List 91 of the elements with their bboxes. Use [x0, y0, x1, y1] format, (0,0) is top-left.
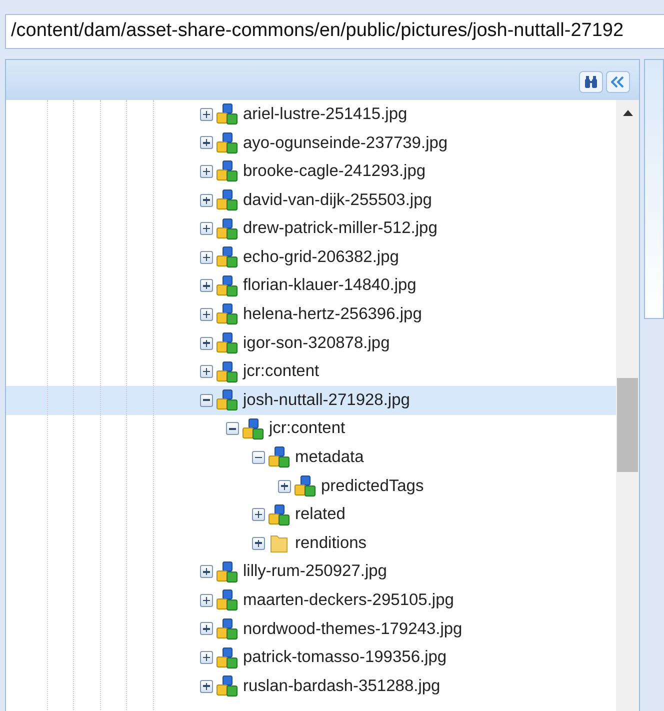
- path-field[interactable]: /content/dam/asset-share-commons/en/public/pictures/josh-nuttall-27192: [5, 14, 664, 49]
- tree-row[interactable]: metadata: [6, 443, 616, 472]
- tree-row[interactable]: echo-grid-206382.jpg: [6, 242, 616, 272]
- expand-toggle[interactable]: [200, 222, 213, 236]
- node-label: echo-grid-206382.jpg: [243, 246, 399, 268]
- node-label: drew-patrick-miller-512.jpg: [243, 218, 438, 240]
- node-label: maarten-deckers-295105.jpg: [243, 590, 454, 612]
- tree-row[interactable]: lilly-rum-250927.jpg: [6, 558, 616, 586]
- expand-toggle[interactable]: [252, 508, 265, 522]
- double-chevron-left-icon: [611, 76, 626, 88]
- tree-row[interactable]: brooke-cagle-241293.jpg: [6, 157, 616, 186]
- collapse-toggle[interactable]: [252, 450, 265, 464]
- tree-row[interactable]: related: [6, 500, 616, 529]
- tree-row[interactable]: nordwood-themes-179243.jpg: [6, 614, 616, 644]
- node-label: lilly-rum-250927.jpg: [243, 561, 387, 582]
- tree-row[interactable]: jcr:content: [6, 357, 616, 386]
- node-cubes-icon: [216, 360, 238, 383]
- node-label: related: [295, 504, 346, 526]
- node-label: helena-hertz-256396.jpg: [243, 304, 422, 326]
- tree-row[interactable]: david-van-dijk-255503.jpg: [6, 186, 616, 214]
- expand-toggle[interactable]: [200, 680, 213, 693]
- expand-toggle[interactable]: [200, 365, 213, 378]
- binoculars-button[interactable]: [579, 71, 604, 93]
- tree-row[interactable]: renditions: [6, 528, 616, 558]
- node-label: ayo-ogunseinde-237739.jpg: [243, 132, 448, 154]
- node-label: florian-klauer-14840.jpg: [243, 275, 416, 296]
- tree-row[interactable]: maarten-deckers-295105.jpg: [6, 586, 616, 615]
- tree-row[interactable]: ayo-ogunseinde-237739.jpg: [6, 128, 616, 158]
- expand-toggle[interactable]: [200, 336, 213, 350]
- node-cubes-icon: [216, 589, 238, 612]
- binoculars-icon: [584, 75, 598, 89]
- node-label: jcr:content: [243, 361, 320, 382]
- node-cubes-icon: [216, 389, 238, 412]
- tree-row[interactable]: predictedTags: [6, 472, 616, 500]
- expand-toggle[interactable]: [200, 308, 213, 321]
- node-label: renditions: [295, 532, 367, 554]
- node-cubes-icon: [216, 103, 238, 126]
- node-cubes-icon: [216, 218, 238, 240]
- node-label: metadata: [295, 447, 364, 468]
- node-cubes-icon: [216, 160, 238, 182]
- tree-row[interactable]: josh-nuttall-271928.jpg: [6, 386, 616, 415]
- scroll-up-icon[interactable]: [622, 110, 633, 116]
- collapse-toggle[interactable]: [200, 394, 213, 407]
- node-cubes-icon: [216, 303, 238, 326]
- expand-toggle[interactable]: [200, 565, 213, 578]
- tree-row[interactable]: patrick-tomasso-199356.jpg: [6, 643, 616, 672]
- node-cubes-icon: [216, 618, 238, 640]
- node-label: nordwood-themes-179243.jpg: [243, 618, 462, 640]
- scroll-thumb[interactable]: [617, 378, 638, 472]
- node-cubes-icon: [216, 189, 238, 212]
- expand-toggle[interactable]: [200, 651, 213, 664]
- node-cubes-icon: [268, 504, 290, 526]
- node-cubes-icon: [242, 418, 264, 440]
- node-label: josh-nuttall-271928.jpg: [243, 390, 410, 411]
- node-cubes-icon: [216, 132, 238, 154]
- node-cubes-icon: [216, 646, 238, 669]
- node-label: ariel-lustre-251415.jpg: [243, 104, 408, 125]
- tree-row[interactable]: jcr:content: [6, 414, 616, 444]
- node-label: jcr:content: [269, 418, 346, 440]
- node-label: brooke-cagle-241293.jpg: [243, 161, 426, 182]
- tree-row[interactable]: florian-klauer-14840.jpg: [6, 272, 616, 300]
- expand-toggle[interactable]: [200, 622, 213, 636]
- expand-toggle[interactable]: [200, 194, 213, 207]
- collapse-toggle[interactable]: [226, 422, 239, 436]
- tree-row[interactable]: ariel-lustre-251415.jpg: [6, 100, 616, 129]
- expand-toggle[interactable]: [200, 108, 213, 121]
- node-cubes-icon: [268, 446, 290, 468]
- expand-toggle[interactable]: [200, 164, 213, 178]
- node-cubes-icon: [216, 274, 238, 297]
- expand-toggle[interactable]: [200, 136, 213, 150]
- tree-row[interactable]: helena-hertz-256396.jpg: [6, 300, 616, 329]
- node-cubes-icon: [216, 675, 238, 698]
- node-label: patrick-tomasso-199356.jpg: [243, 647, 447, 668]
- node-label: david-van-dijk-255503.jpg: [243, 190, 432, 211]
- expand-toggle[interactable]: [200, 279, 213, 292]
- expand-toggle[interactable]: [200, 594, 213, 607]
- expand-toggle[interactable]: [252, 536, 265, 550]
- node-cubes-icon: [216, 246, 238, 268]
- node-cubes-icon: [216, 332, 238, 354]
- node-label: igor-son-320878.jpg: [243, 332, 390, 354]
- tree-row[interactable]: igor-son-320878.jpg: [6, 328, 616, 358]
- tree-row[interactable]: drew-patrick-miller-512.jpg: [6, 214, 616, 243]
- node-label: ruslan-bardash-351288.jpg: [243, 676, 440, 697]
- scrollbar[interactable]: [616, 100, 640, 711]
- collapse-button[interactable]: [606, 71, 630, 93]
- expand-toggle[interactable]: [200, 250, 213, 264]
- tree-row[interactable]: ruslan-bardash-351288.jpg: [6, 672, 616, 700]
- node-cubes-icon: [216, 560, 238, 583]
- expand-toggle[interactable]: [278, 480, 291, 493]
- node-label: predictedTags: [321, 476, 424, 497]
- node-cubes-icon: [294, 475, 316, 498]
